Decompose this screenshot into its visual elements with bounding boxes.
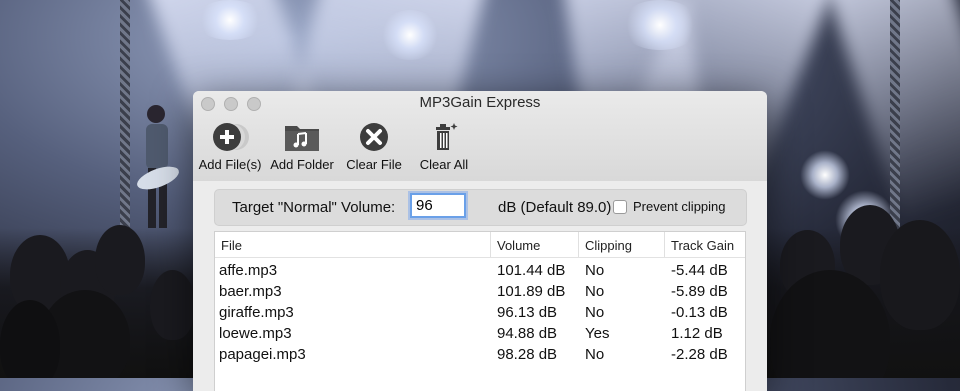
clipping-cell: No bbox=[585, 283, 605, 300]
table-body: affe.mp3 101.44 dB No -5.44 dB baer.mp3 … bbox=[215, 258, 745, 365]
clipping-cell: No bbox=[585, 304, 605, 321]
volume-cell: 98.28 dB bbox=[497, 346, 558, 363]
track-gain-cell: 1.12 dB bbox=[671, 325, 723, 342]
track-gain-cell: -2.28 dB bbox=[671, 346, 728, 363]
clear-file-button[interactable]: Clear File bbox=[343, 119, 405, 172]
trash-sparkle-icon bbox=[424, 119, 464, 155]
add-files-button[interactable]: Add File(s) bbox=[199, 119, 261, 172]
column-header-file[interactable]: File bbox=[215, 232, 491, 257]
prevent-clipping-label[interactable]: Prevent clipping bbox=[633, 199, 726, 214]
volume-cell: 96.13 dB bbox=[497, 304, 558, 321]
add-folder-button[interactable]: Add Folder bbox=[269, 119, 335, 172]
column-header-track-gain[interactable]: Track Gain bbox=[665, 232, 745, 257]
clear-file-label: Clear File bbox=[346, 157, 402, 172]
app-window: MP3Gain Express Add File(s) Add Folder C… bbox=[193, 91, 767, 391]
track-gain-cell: -5.89 dB bbox=[671, 283, 728, 300]
volume-cell: 94.88 dB bbox=[497, 325, 558, 342]
file-name-cell: giraffe.mp3 bbox=[219, 304, 294, 321]
plus-circle-icon bbox=[210, 119, 250, 155]
track-gain-cell: -0.13 dB bbox=[671, 304, 728, 321]
table-row[interactable]: papagei.mp3 98.28 dB No -2.28 dB bbox=[215, 344, 745, 365]
target-volume-input[interactable] bbox=[410, 193, 466, 218]
default-volume-text: dB (Default 89.0) bbox=[498, 199, 612, 216]
volume-cell: 101.89 dB bbox=[497, 283, 566, 300]
file-name-cell: baer.mp3 bbox=[219, 283, 282, 300]
main-content: Target "Normal" Volume: dB (Default 89.0… bbox=[193, 181, 767, 391]
column-header-volume[interactable]: Volume bbox=[491, 232, 579, 257]
column-header-clipping[interactable]: Clipping bbox=[579, 232, 665, 257]
target-volume-label: Target "Normal" Volume: bbox=[232, 199, 396, 216]
clear-all-button[interactable]: Clear All bbox=[413, 119, 475, 172]
track-gain-cell: -5.44 dB bbox=[671, 262, 728, 279]
table-header: File Volume Clipping Track Gain bbox=[215, 232, 745, 258]
file-name-cell: affe.mp3 bbox=[219, 262, 278, 279]
table-row[interactable]: giraffe.mp3 96.13 dB No -0.13 dB bbox=[215, 302, 745, 323]
clipping-cell: No bbox=[585, 262, 605, 279]
window-title: MP3Gain Express bbox=[419, 94, 541, 111]
table-row[interactable]: affe.mp3 101.44 dB No -5.44 dB bbox=[215, 260, 745, 281]
music-folder-icon bbox=[282, 119, 322, 155]
toolbar: Add File(s) Add Folder Clear File Clear … bbox=[199, 119, 475, 172]
clear-all-label: Clear All bbox=[419, 157, 469, 172]
add-folder-label: Add Folder bbox=[270, 157, 334, 172]
clipping-cell: Yes bbox=[585, 325, 610, 342]
prevent-clipping-checkbox[interactable] bbox=[613, 200, 627, 214]
file-name-cell: papagei.mp3 bbox=[219, 346, 306, 363]
volume-cell: 101.44 dB bbox=[497, 262, 566, 279]
table-row[interactable]: loewe.mp3 94.88 dB Yes 1.12 dB bbox=[215, 323, 745, 344]
table-row[interactable]: baer.mp3 101.89 dB No -5.89 dB bbox=[215, 281, 745, 302]
target-volume-bar: Target "Normal" Volume: dB (Default 89.0… bbox=[214, 189, 747, 226]
x-circle-icon bbox=[354, 119, 394, 155]
clipping-cell: No bbox=[585, 346, 605, 363]
add-files-label: Add File(s) bbox=[198, 157, 262, 172]
file-table: File Volume Clipping Track Gain affe.mp3… bbox=[214, 231, 746, 391]
file-name-cell: loewe.mp3 bbox=[219, 325, 292, 342]
